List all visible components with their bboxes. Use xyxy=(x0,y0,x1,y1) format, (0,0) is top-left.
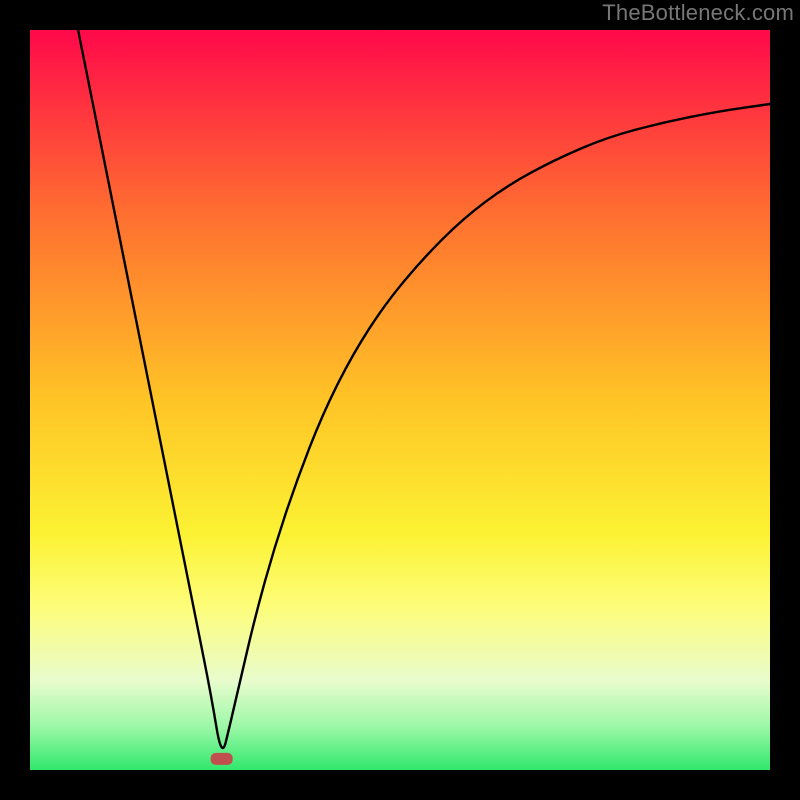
bottleneck-curve-chart xyxy=(30,30,770,770)
chart-frame: TheBottleneck.com xyxy=(0,0,800,800)
optimum-marker xyxy=(211,753,233,765)
gradient-background xyxy=(30,30,770,770)
attribution-label: TheBottleneck.com xyxy=(602,0,794,26)
plot-area xyxy=(30,30,770,770)
